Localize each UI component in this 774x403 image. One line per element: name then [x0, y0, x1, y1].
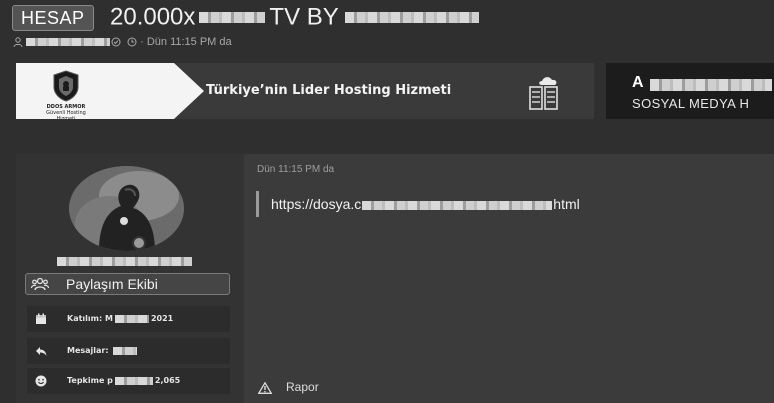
team-icon: [31, 277, 49, 291]
ad-logo-subcaption: Güvenli Hosting Hizmeti: [46, 110, 86, 119]
ad-logo-caption: DDOS ARMOR Güvenli Hosting Hizmeti: [36, 104, 96, 119]
post-date[interactable]: Dün 11:15 PM da: [257, 164, 334, 175]
clock-icon: [127, 37, 137, 47]
ad-logo-panel: DDOS ARMOR Güvenli Hosting Hizmeti: [16, 63, 206, 119]
calendar-icon: [36, 313, 46, 324]
post-link-start: https://dosya.c: [271, 196, 362, 212]
redacted-text: [199, 12, 266, 24]
stat-messages-label: Mesajlar:: [67, 346, 109, 355]
avatar[interactable]: [69, 166, 184, 251]
ad-banner-social-media[interactable]: A SOSYAL MEDYA H: [606, 63, 774, 119]
redacted-text: [114, 376, 153, 385]
avatar-image: [69, 166, 184, 251]
thread-meta: · Dün 11:15 PM da: [13, 36, 232, 48]
stat-reactions: Tepkime p 2,065: [27, 368, 230, 394]
thread-header: HESAP 20.000x TV BY · Dün 11:15 PM da: [0, 0, 774, 58]
online-status-indicator: [132, 236, 146, 250]
stat-messages: Mesajlar:: [27, 338, 230, 364]
ad-slogan: Türkiye’nin Lider Hosting Hizmeti: [206, 83, 452, 98]
smile-icon: [35, 375, 47, 387]
redacted-text: [362, 200, 553, 210]
post-content-block: https://dosya.c html: [256, 191, 762, 217]
ad-banner-hosting[interactable]: DDOS ARMOR Güvenli Hosting Hizmeti Türkiy…: [16, 63, 594, 119]
thread-title-middle: TV BY: [269, 3, 339, 31]
stat-messages-text: Mesajlar:: [67, 338, 139, 364]
report-label: Rapor: [286, 380, 319, 394]
user-panel: Paylaşım Ekibi Katılım: M 2021 Mesajlar: …: [16, 154, 244, 403]
redacted-text: [344, 12, 479, 24]
user-icon: [13, 37, 23, 48]
post-link-end: html: [553, 196, 580, 212]
post: Paylaşım Ekibi Katılım: M 2021 Mesajlar: …: [16, 154, 774, 403]
ad2-heading: A: [632, 74, 644, 91]
thread-post-time[interactable]: · Dün 11:15 PM da: [140, 36, 232, 48]
stat-joined-year: 2021: [150, 314, 174, 323]
thread-prefix-badge[interactable]: HESAP: [12, 5, 94, 31]
post-link[interactable]: https://dosya.c html: [271, 191, 580, 217]
stat-joined: Katılım: M 2021: [27, 306, 230, 332]
stat-joined-label: Katılım:: [67, 314, 103, 323]
check-circle-icon: [111, 37, 121, 47]
report-link[interactable]: Rapor: [258, 380, 319, 394]
redacted-text: [650, 79, 772, 91]
reply-icon: [36, 347, 47, 356]
stat-reactions-text: Tepkime p 2,065: [67, 368, 180, 394]
stat-reactions-label: Tepkime p: [67, 376, 113, 385]
redacted-username[interactable]: [57, 257, 192, 266]
server-rack-icon: [529, 77, 558, 110]
thread-title: 20.000x TV BY: [110, 2, 479, 32]
redacted-text: [113, 346, 138, 355]
redacted-text: [114, 314, 149, 323]
warning-icon: [258, 381, 272, 394]
redacted-author[interactable]: [26, 38, 110, 47]
user-role-label: Paylaşım Ekibi: [66, 276, 158, 292]
stat-reactions-value: 2,065: [154, 376, 181, 385]
ad2-subtitle: SOSYAL MEDYA H: [632, 96, 750, 111]
message-area: Dün 11:15 PM da https://dosya.c html Rapo…: [244, 154, 774, 403]
thread-title-start: 20.000x: [110, 3, 196, 31]
stat-joined-month-start: M: [104, 314, 113, 323]
user-role-badge: Paylaşım Ekibi: [25, 273, 230, 295]
stat-joined-text: Katılım: M 2021: [67, 306, 173, 332]
